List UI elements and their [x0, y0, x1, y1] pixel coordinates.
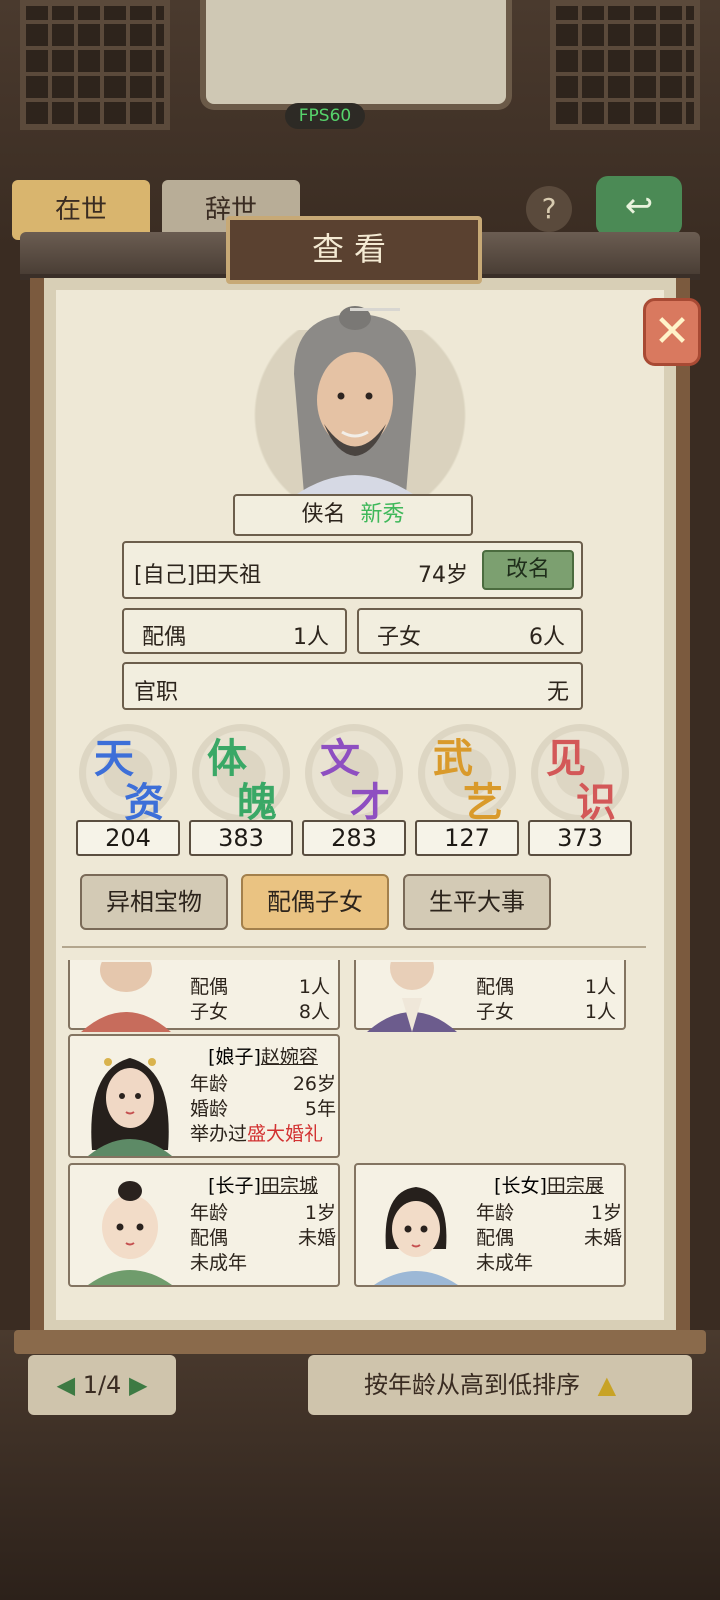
- close-icon: ✕: [653, 306, 691, 357]
- son-status-row: 未成年: [190, 1252, 248, 1274]
- office-value: 无: [546, 680, 569, 705]
- daughter-status-row: 未成年: [476, 1252, 534, 1274]
- attribute-value: 204: [76, 820, 180, 856]
- member-portrait: [81, 962, 171, 1032]
- sort-button[interactable]: 按年龄从高到低排序 ▲: [308, 1355, 692, 1415]
- family-card-partial-right[interactable]: 配偶 1人 子女 1人: [354, 960, 626, 1032]
- wife-marriage-row: 婚龄 5年: [190, 1098, 336, 1120]
- attribute-value: 383: [189, 820, 293, 856]
- attribute-value: 283: [302, 820, 406, 856]
- family-card-daughter[interactable]: [长女]田宗展 年龄 1岁 配偶 未婚 未成年: [354, 1163, 626, 1287]
- tab-treasures[interactable]: 异相宝物: [80, 874, 228, 930]
- wife-wedding-row: 举办过 盛大婚礼: [190, 1123, 324, 1145]
- office-label: 官职: [134, 680, 179, 705]
- daughter-spouse-row: 配偶 未婚: [476, 1227, 622, 1249]
- sort-triangle-icon: ▲: [597, 1371, 617, 1399]
- wife-age-row: 年龄 26岁: [190, 1073, 336, 1095]
- hero-title-value: 新秀: [360, 502, 405, 527]
- office-box: 官职 无: [122, 662, 583, 710]
- hero-title-box: 侠名 新秀: [233, 494, 473, 536]
- children-count-box: 子女 6人: [357, 608, 583, 654]
- right-window-lattice: [550, 0, 700, 130]
- hero-name: [自己]田天祖: [134, 563, 262, 588]
- children-label: 子女: [377, 625, 422, 650]
- children-count: 6人: [529, 625, 565, 650]
- member-spouse-row: 配偶 1人: [190, 976, 330, 998]
- member-children-row: 子女 1人: [476, 1001, 616, 1023]
- close-button[interactable]: ✕: [643, 298, 701, 366]
- tab-alive[interactable]: 在世: [12, 180, 150, 240]
- son-name-line: [长子]田宗城: [208, 1175, 318, 1197]
- help-icon[interactable]: ?: [526, 186, 572, 232]
- attribute-value: 373: [528, 820, 632, 856]
- dialog-title: 查看: [226, 216, 482, 284]
- wife-name[interactable]: 赵婉容: [261, 1046, 318, 1068]
- daughter-name[interactable]: 田宗展: [547, 1175, 604, 1197]
- rename-button[interactable]: 改名: [482, 550, 574, 590]
- dialog-base: [14, 1330, 706, 1354]
- son-age-row: 年龄 1岁: [190, 1202, 336, 1224]
- spouse-count: 1人: [293, 625, 329, 650]
- hero-portrait: [294, 306, 416, 496]
- son-spouse-row: 配偶 未婚: [190, 1227, 336, 1249]
- member-spouse-row: 配偶 1人: [476, 976, 616, 998]
- hero-title-label: 侠名: [301, 502, 346, 527]
- spouse-count-box: 配偶 1人: [122, 608, 347, 654]
- member-portrait: [367, 962, 457, 1032]
- family-card-son[interactable]: [长子]田宗城 年龄 1岁 配偶 未婚 未成年: [68, 1163, 340, 1287]
- spouse-label: 配偶: [142, 625, 187, 650]
- member-children-row: 子女 8人: [190, 1001, 330, 1023]
- return-icon[interactable]: ↩: [596, 176, 682, 236]
- family-card-partial-left[interactable]: 配偶 1人 子女 8人: [68, 960, 340, 1032]
- family-list[interactable]: 配偶 1人 子女 8人 配偶 1人 子女 1人 [娘子]赵婉容 年龄 26岁 婚…: [62, 960, 652, 1320]
- attribute-value: 127: [415, 820, 519, 856]
- list-divider: [62, 946, 646, 960]
- wife-portrait: [88, 1058, 172, 1156]
- sort-label: 按年龄从高到低排序: [364, 1371, 580, 1399]
- daughter-name-line: [长女]田宗展: [494, 1175, 604, 1197]
- son-portrait: [88, 1181, 172, 1285]
- wife-name-line: [娘子]赵婉容: [208, 1046, 318, 1068]
- tab-family[interactable]: 配偶子女: [241, 874, 389, 930]
- orchid-painting: [200, 0, 512, 110]
- daughter-portrait: [374, 1187, 458, 1285]
- tab-life-events[interactable]: 生平大事: [403, 874, 551, 930]
- hero-age: 74岁: [418, 563, 468, 588]
- next-page-icon[interactable]: ▶: [129, 1371, 147, 1399]
- pager[interactable]: ◀ 1/4 ▶: [28, 1355, 176, 1415]
- fps-counter: FPS60: [285, 103, 365, 129]
- daughter-age-row: 年龄 1岁: [476, 1202, 622, 1224]
- son-name[interactable]: 田宗城: [261, 1175, 318, 1197]
- prev-page-icon[interactable]: ◀: [57, 1371, 75, 1399]
- family-card-wife[interactable]: [娘子]赵婉容 年龄 26岁 婚龄 5年 举办过 盛大婚礼: [68, 1034, 340, 1158]
- left-window-lattice: [20, 0, 170, 130]
- page-indicator: 1/4: [82, 1371, 122, 1399]
